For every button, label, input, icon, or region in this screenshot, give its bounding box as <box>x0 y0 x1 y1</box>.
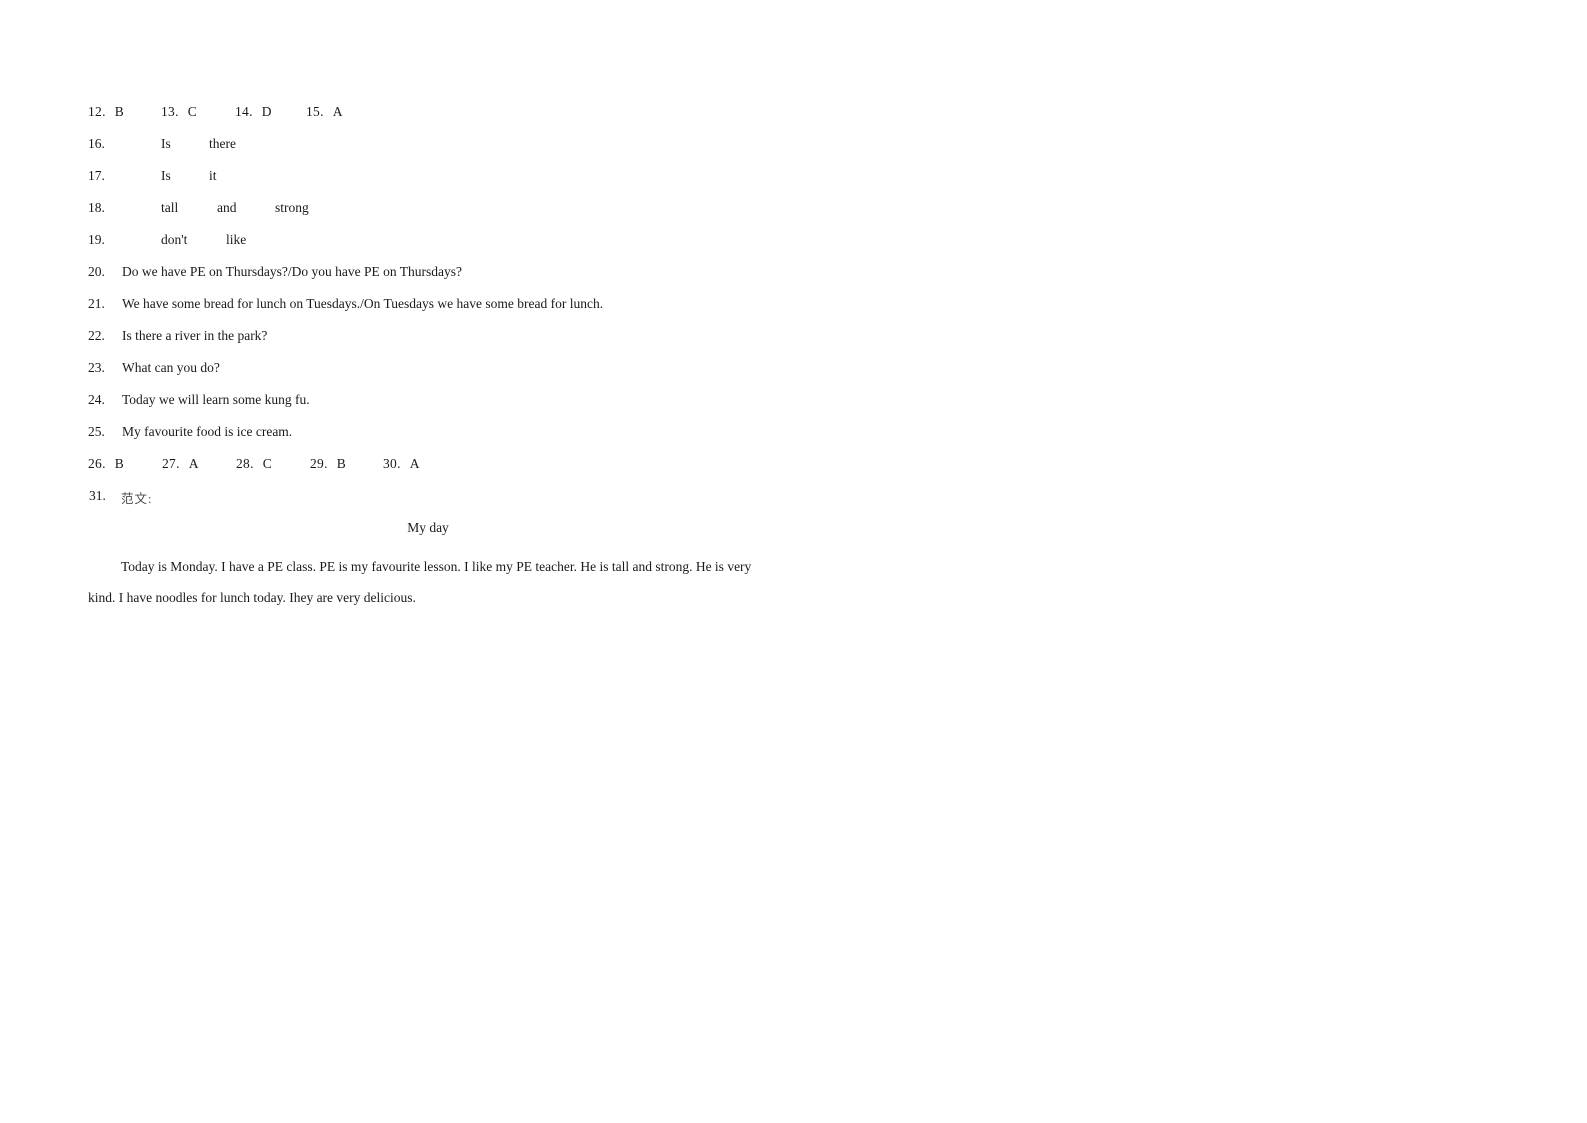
question-number: 16. <box>88 136 105 151</box>
blank-answer-word: there <box>209 136 236 151</box>
sentence-answer: Do we have PE on Thursdays?/Do you have … <box>122 264 462 279</box>
mcq-item-28: 28. C <box>236 456 272 472</box>
question-number: 24. <box>88 392 105 407</box>
blank-answer-word: like <box>226 232 247 247</box>
mcq-item-14: 14. D <box>235 104 272 120</box>
blank-answer-word: it <box>209 168 217 183</box>
document-page: 12. B 13. C 14. D 15. A 16. Is there 17. Is … <box>0 0 1587 1123</box>
answer-letter: C <box>187 104 197 119</box>
blank-answer-word: Is <box>161 168 171 183</box>
blank-answer-word: strong <box>275 200 309 215</box>
question-number: 20. <box>88 264 105 279</box>
answer-letter: A <box>409 456 420 471</box>
question-number: 15. <box>306 104 324 119</box>
blank-answer-word: and <box>217 200 237 215</box>
essay-label-chinese: 范文: <box>121 492 153 506</box>
question-number: 31. <box>89 488 106 503</box>
sentence-answer: My favourite food is ice cream. <box>122 424 293 439</box>
blank-row-16: 16. Is there <box>88 136 788 168</box>
essay-line-1: Today is Monday. I have a PE class. PE i… <box>121 559 752 574</box>
question-number: 23. <box>88 360 105 375</box>
question-number: 30. <box>383 456 401 471</box>
essay-paragraph: Today is Monday. I have a PE class. PE i… <box>88 551 778 613</box>
question-number: 28. <box>236 456 254 471</box>
question-number: 18. <box>88 200 105 215</box>
question-number: 27. <box>162 456 180 471</box>
question-number: 17. <box>88 168 105 183</box>
mcq-item-29: 29. B <box>310 456 346 472</box>
mcq-item-13: 13. C <box>161 104 197 120</box>
answer-key-content: 12. B 13. C 14. D 15. A 16. Is there 17. Is … <box>88 104 788 613</box>
essay-label-row: 31. 范文: <box>88 488 788 519</box>
blank-row-18: 18. tall and strong <box>88 200 788 232</box>
question-number: 26. <box>88 456 106 471</box>
essay-line-2: kind. I have noodles for lunch today. Ih… <box>88 590 416 605</box>
sentence-row-20: 20. Do we have PE on Thursdays?/Do you h… <box>88 264 788 296</box>
mcq-item-15: 15. A <box>306 104 343 120</box>
sentence-row-25: 25. My favourite food is ice cream. <box>88 424 788 456</box>
question-number: 25. <box>88 424 105 439</box>
mcq-row-26-30: 26. B 27. A 28. C 29. B 30. A <box>88 456 788 488</box>
sentence-answer: What can you do? <box>122 360 220 375</box>
answer-letter: C <box>262 456 272 471</box>
essay-title: My day <box>407 520 449 535</box>
mcq-item-27: 27. A <box>162 456 199 472</box>
sentence-answer: We have some bread for lunch on Tuesdays… <box>122 296 604 311</box>
sentence-row-23: 23. What can you do? <box>88 360 788 392</box>
question-number: 19. <box>88 232 105 247</box>
answer-letter: D <box>261 104 272 119</box>
answer-letter: B <box>336 456 346 471</box>
blank-answer-word: don't <box>161 232 188 247</box>
answer-letter: B <box>114 104 124 119</box>
question-number: 21. <box>88 296 105 311</box>
mcq-item-26: 26. B <box>88 456 124 472</box>
question-number: 14. <box>235 104 253 119</box>
mcq-item-30: 30. A <box>383 456 420 472</box>
sentence-row-21: 21. We have some bread for lunch on Tues… <box>88 296 788 328</box>
blank-row-19: 19. don't like <box>88 232 788 264</box>
mcq-row-12-15: 12. B 13. C 14. D 15. A <box>88 104 788 136</box>
question-number: 13. <box>161 104 179 119</box>
answer-letter: A <box>332 104 343 119</box>
blank-row-17: 17. Is it <box>88 168 788 200</box>
answer-letter: A <box>188 456 199 471</box>
blank-answer-word: tall <box>161 200 179 215</box>
question-number: 22. <box>88 328 105 343</box>
sentence-answer: Today we will learn some kung fu. <box>122 392 310 407</box>
blank-answer-word: Is <box>161 136 171 151</box>
question-number: 12. <box>88 104 106 119</box>
question-number: 29. <box>310 456 328 471</box>
sentence-answer: Is there a river in the park? <box>122 328 268 343</box>
answer-letter: B <box>114 456 124 471</box>
mcq-item-12: 12. B <box>88 104 124 120</box>
sentence-row-24: 24. Today we will learn some kung fu. <box>88 392 788 424</box>
sentence-row-22: 22. Is there a river in the park? <box>88 328 788 360</box>
